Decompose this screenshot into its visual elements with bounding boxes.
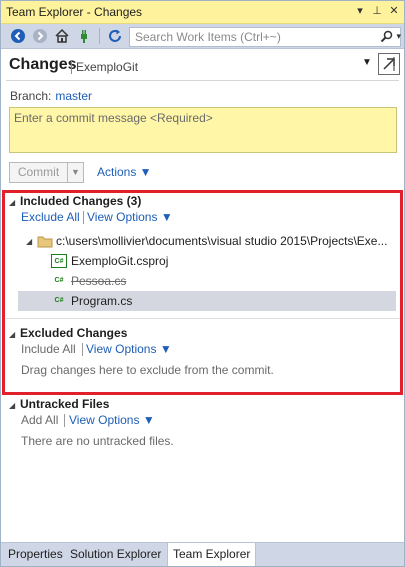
commit-message-placeholder: Enter a commit message <Required>	[14, 111, 213, 125]
pin-icon[interactable]: ⊥	[370, 4, 384, 17]
page-title: Changes	[9, 56, 77, 73]
file-item-program[interactable]: C# Program.cs	[18, 291, 396, 311]
connect-icon[interactable]	[76, 28, 92, 44]
section-divider	[6, 318, 400, 319]
search-icon[interactable]	[379, 30, 395, 44]
close-icon[interactable]: ✕	[387, 4, 401, 17]
forward-icon[interactable]	[32, 28, 48, 44]
search-dropdown-icon[interactable]: ▾	[396, 31, 401, 42]
folder-path: c:\users\mollivier\documents\visual stud…	[56, 234, 388, 248]
chevron-down-icon[interactable]: ▼	[362, 57, 372, 68]
branch-label: Branch:	[10, 89, 52, 103]
commit-dropdown-button[interactable]: ▼	[68, 162, 84, 183]
csproj-icon: C#	[51, 254, 67, 268]
window-title: Team Explorer - Changes	[6, 5, 143, 19]
view-options-untracked[interactable]: View Options ▼	[69, 413, 155, 427]
commit-button[interactable]: Commit	[9, 162, 68, 183]
bottom-tab-bar: Properties Solution Explorer Team Explor…	[1, 542, 404, 566]
repository-name: ExemploGit	[76, 60, 139, 74]
search-placeholder: Search Work Items (Ctrl+~)	[135, 30, 281, 44]
window-dropdown-icon[interactable]: ▾	[353, 4, 367, 17]
link-separator	[82, 343, 83, 356]
actions-menu[interactable]: Actions ▼	[97, 165, 152, 179]
add-all-link[interactable]: Add All	[21, 413, 58, 427]
title-separator	[71, 60, 72, 74]
collapse-excluded-icon[interactable]: ◢	[9, 330, 15, 339]
included-changes-title[interactable]: Included Changes (3)	[20, 194, 141, 208]
branch-link[interactable]: master	[55, 89, 92, 103]
toolbar-separator	[99, 28, 100, 44]
folder-icon	[37, 236, 53, 248]
include-all-link[interactable]: Include All	[21, 342, 76, 356]
untracked-files-title[interactable]: Untracked Files	[20, 397, 109, 411]
header-divider	[6, 80, 399, 81]
view-options-included[interactable]: View Options ▼	[87, 210, 173, 224]
home-icon[interactable]	[54, 28, 70, 44]
branch-line: Branch: master	[10, 89, 92, 103]
view-options-excluded[interactable]: View Options ▼	[86, 342, 172, 356]
search-work-items-input[interactable]: Search Work Items (Ctrl+~) ▾	[129, 27, 401, 47]
tab-solution-explorer[interactable]: Solution Explorer	[70, 547, 161, 561]
file-item-csproj[interactable]: C# ExemploGit.csproj	[51, 251, 396, 271]
commit-message-input[interactable]: Enter a commit message <Required>	[9, 107, 397, 153]
refresh-icon[interactable]	[107, 28, 123, 44]
tab-properties[interactable]: Properties	[8, 547, 63, 561]
exclude-all-link[interactable]: Exclude All	[21, 210, 80, 224]
csharp-file-icon: C#	[54, 277, 64, 284]
file-item-pessoa[interactable]: C# Pessoa.cs	[51, 271, 396, 291]
tab-team-explorer[interactable]: Team Explorer	[167, 543, 257, 566]
file-name: Pessoa.cs	[71, 274, 127, 288]
title-bar: Team Explorer - Changes ▾ ⊥ ✕	[1, 1, 404, 24]
untracked-empty-note: There are no untracked files.	[21, 434, 174, 448]
collapse-folder-icon[interactable]: ◢	[26, 237, 32, 246]
excluded-changes-title[interactable]: Excluded Changes	[20, 326, 127, 340]
link-separator	[64, 414, 65, 427]
collapse-untracked-icon[interactable]: ◢	[9, 401, 15, 410]
arrow-up-right-icon	[383, 57, 395, 71]
excluded-drop-hint: Drag changes here to exclude from the co…	[21, 363, 274, 377]
file-name: Program.cs	[71, 294, 133, 308]
undock-button[interactable]	[378, 53, 400, 75]
file-name: ExemploGit.csproj	[71, 254, 169, 268]
collapse-included-icon[interactable]: ◢	[9, 198, 15, 207]
folder-node[interactable]: ◢ c:\users\mollivier\documents\visual st…	[26, 234, 396, 250]
csharp-file-icon: C#	[54, 297, 64, 304]
link-separator	[83, 211, 84, 224]
back-icon[interactable]	[10, 28, 26, 44]
